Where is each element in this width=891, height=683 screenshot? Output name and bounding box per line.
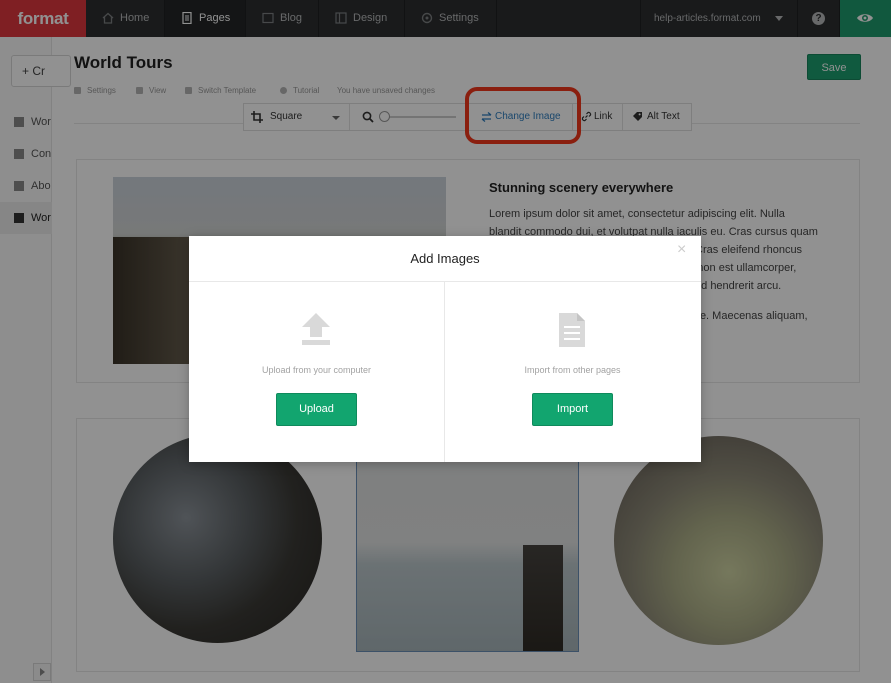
import-option-label: Import from other pages (524, 365, 621, 375)
close-icon[interactable]: × (677, 242, 686, 258)
document-icon (559, 313, 585, 347)
import-button[interactable]: Import (532, 393, 613, 426)
modal-title: Add Images (189, 236, 701, 282)
upload-option-label: Upload from your computer (261, 365, 372, 375)
upload-icon (302, 313, 330, 345)
add-images-modal: Add Images × Upload from your computer U… (189, 236, 701, 462)
upload-button[interactable]: Upload (276, 393, 357, 426)
